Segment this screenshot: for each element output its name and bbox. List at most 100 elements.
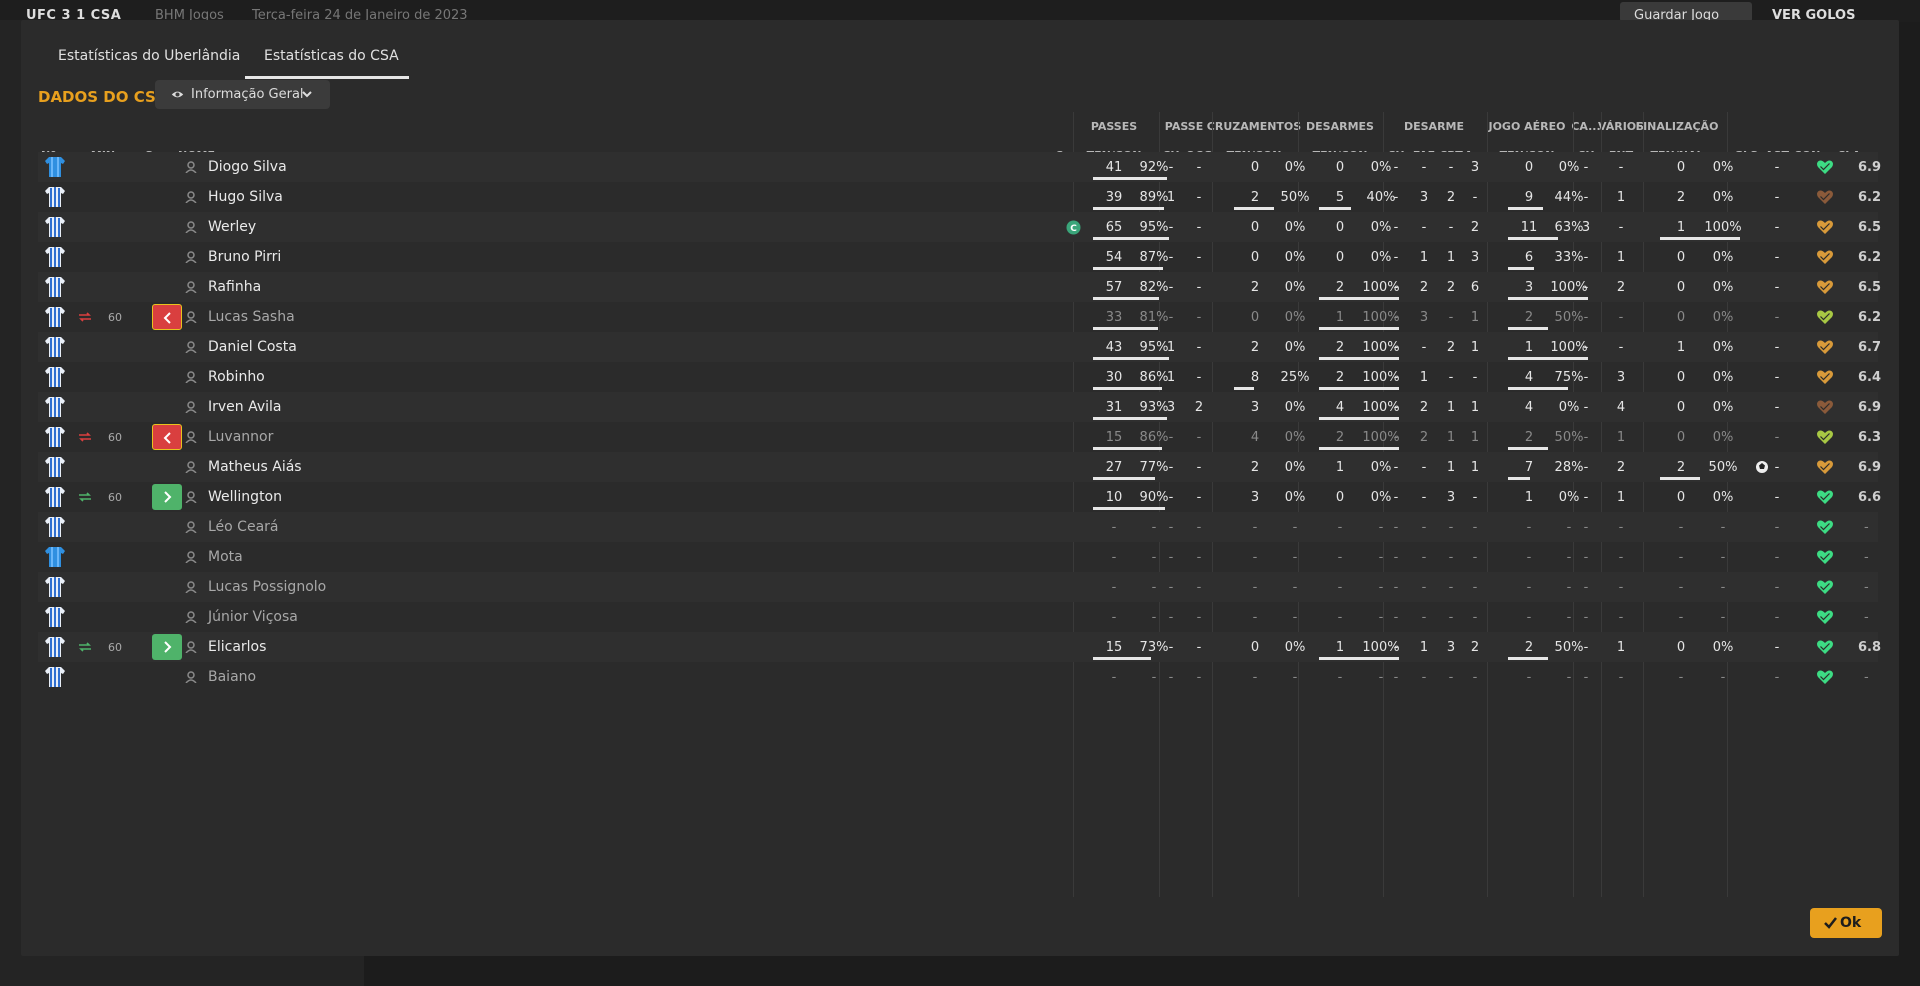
save-game-button[interactable]: Guardar Jogo	[1620, 2, 1752, 23]
tackles-bar	[1319, 657, 1399, 660]
tackles-attempts: 2	[1335, 340, 1345, 355]
table-row[interactable]: Lucas Possignolo - - - - - - - - - - - - - - - - - - - -	[38, 572, 1878, 602]
player-name[interactable]: Baiano	[208, 669, 256, 685]
player-name[interactable]: Lucas Sasha	[208, 309, 295, 325]
player-name[interactable]: Bruno Pirri	[208, 249, 281, 265]
shirt-icon	[45, 157, 65, 177]
player-name[interactable]: Hugo Silva	[208, 189, 283, 205]
shirt-icon	[45, 487, 65, 507]
table-row[interactable]: Bruno Pirri 54 87% - -0 0% 0 0% -1 1 3 6 33% -1 0 0% -6.…	[38, 242, 1881, 272]
crosses-percent: 0%	[1284, 250, 1306, 265]
crosses-percent: -	[1292, 580, 1298, 595]
aerial-bar	[1508, 387, 1568, 390]
tackle-a: 1	[1470, 340, 1480, 355]
ca-ch: -	[1583, 430, 1589, 445]
section-title: DADOS DO CSA	[38, 88, 168, 106]
sub-minute: 60	[108, 311, 122, 324]
player-name[interactable]: Wellington	[208, 489, 282, 505]
aerial-bar	[1508, 207, 1543, 210]
svg-text:C: C	[1070, 224, 1077, 234]
player-name[interactable]: Lucas Possignolo	[208, 579, 326, 595]
passes-bar	[1093, 357, 1169, 360]
assists: -	[1774, 220, 1780, 235]
player-name[interactable]: Mota	[208, 549, 243, 565]
table-row[interactable]: Júnior Viçosa - - - - - - - - - - - - - - - - - - - -	[38, 602, 1878, 632]
ca-ch: -	[1583, 160, 1589, 175]
view-dropdown[interactable]: Informação Geral	[155, 80, 330, 109]
table-row[interactable]: Robinho 30 86% 1-8 25% 2 100% -1- -4 75% -3 0 0% -6.4	[38, 362, 1881, 392]
passe-ocg: -	[1196, 550, 1202, 565]
table-row[interactable]: Baiano - - - - - - - - - - - - - - - - - - - -	[38, 662, 1878, 692]
crosses-attempts: 2	[1250, 460, 1260, 475]
player-name[interactable]: Werley	[208, 219, 256, 235]
fnt: -	[1618, 310, 1624, 325]
sub-minute: 60	[108, 491, 122, 504]
aerial-attempts: 2	[1524, 430, 1534, 445]
fnt: -	[1618, 550, 1624, 565]
shots-attempts: 0	[1676, 490, 1686, 505]
ca-ch: -	[1583, 550, 1589, 565]
ca-ch: -	[1583, 310, 1589, 325]
shots-percent: -	[1720, 580, 1726, 595]
table-row[interactable]: Daniel Costa 43 95% 1-2 0% 2 100% - -2 1 1 100% - -1 0…	[38, 332, 1881, 362]
passe-ocg: -	[1196, 520, 1202, 535]
table-row[interactable]: 60 Wellington 10 90% - -3 0% 0 0% - -3-1 0% -1 0 0% -6.…	[38, 482, 1881, 512]
assists: -	[1774, 520, 1780, 535]
crosses-percent: 0%	[1284, 310, 1306, 325]
table-row[interactable]: Hugo Silva 39 89% 1-2 50% 5 40% -3 2-9 44% -1 2 0% -6…	[38, 182, 1881, 212]
passes-bar	[1093, 267, 1163, 270]
table-row[interactable]: Diogo Silva 41 92% - -0 0% 0 0% - - -3 0 0% - -0 0% -6.9	[38, 152, 1881, 182]
shots-attempts: -	[1678, 670, 1684, 685]
table-row[interactable]: 60 Luvannor 15 86% - -4 0% 2 100% -2 1 1 2 50% -1 0 0% -6…	[38, 422, 1881, 452]
player-name[interactable]: Matheus Aiás	[208, 459, 302, 475]
shots-attempts: 0	[1676, 370, 1686, 385]
ok-label: Ok	[1840, 915, 1862, 931]
shots-percent: -	[1720, 610, 1726, 625]
aerial-attempts: 0	[1524, 160, 1534, 175]
aerial-attempts: 3	[1524, 280, 1534, 295]
tackles-bar	[1319, 387, 1399, 390]
shots-percent: 0%	[1712, 190, 1734, 205]
assists: -	[1774, 460, 1780, 475]
player-name[interactable]: Irven Avila	[208, 399, 282, 415]
table-row[interactable]: Irven Avila 31 93% 3 2 3 0% 4 100% -2 1 1 4 0% -4 0 0% -6…	[38, 392, 1881, 422]
assists: -	[1774, 280, 1780, 295]
shots-attempts: 2	[1676, 190, 1686, 205]
condition-heart-icon	[1817, 340, 1833, 354]
aerial-attempts: 4	[1524, 370, 1534, 385]
player-name[interactable]: Luvannor	[208, 429, 273, 445]
tackles-attempts: -	[1337, 610, 1343, 625]
shots-attempts: 0	[1676, 280, 1686, 295]
assists: -	[1774, 580, 1780, 595]
passes-attempts: 57	[1105, 280, 1123, 295]
shots-percent: 0%	[1712, 430, 1734, 445]
player-name[interactable]: Rafinha	[208, 279, 261, 295]
crosses-percent: 0%	[1284, 340, 1306, 355]
player-name[interactable]: Daniel Costa	[208, 339, 297, 355]
player-name[interactable]: Robinho	[208, 369, 265, 385]
table-row[interactable]: Matheus Aiás 27 77% - -2 0% 1 0% - -1 1 7 28% -2 2 50% -…	[38, 452, 1882, 482]
shots-percent: 0%	[1712, 370, 1734, 385]
player-name[interactable]: Diogo Silva	[208, 159, 287, 175]
table-row[interactable]: Rafinha 57 82% - -2 0% 2 100% -2 2 6 3 100% -2 0 0% -6.5	[38, 272, 1881, 302]
ca-ch: -	[1583, 250, 1589, 265]
ok-button[interactable]: Ok	[1810, 908, 1882, 938]
table-row[interactable]: 60 Lucas Sasha 33 81% - -0 0% 1 100% -3-1 2 50% - -0 0…	[38, 302, 1881, 332]
player-rating: 6.9	[1858, 460, 1882, 475]
tab-uberlandia-stats[interactable]: Estatísticas do Uberlândia	[58, 48, 240, 64]
player-name[interactable]: Elicarlos	[208, 639, 266, 655]
table-row[interactable]: Werley C 65 95% - -0 0% 0 0% - - -2 11 63% 3-1 100% -6.5	[38, 212, 1881, 242]
passes-attempts: 33	[1105, 310, 1123, 325]
assists: -	[1774, 550, 1780, 565]
person-icon	[185, 581, 197, 593]
table-row[interactable]: 60 Elicarlos 15 73% - -0 0% 1 100% -1 3 2 2 50% -1 0 0% -…	[38, 632, 1881, 662]
table-row[interactable]: Léo Ceará - - - - - - - - - - - - - - - - - - - -	[38, 512, 1878, 542]
passes-attempts: 41	[1105, 160, 1123, 175]
player-name[interactable]: Júnior Viçosa	[208, 609, 298, 625]
shots-attempts: 0	[1676, 310, 1686, 325]
passes-attempts: 10	[1105, 490, 1123, 505]
tackle-a: 1	[1470, 430, 1480, 445]
player-name[interactable]: Léo Ceará	[208, 519, 279, 535]
table-row[interactable]: Mota - - - - - - - - - - - - - - - - - - - -	[38, 542, 1878, 572]
tab-csa-stats[interactable]: Estatísticas do CSA	[264, 48, 399, 64]
